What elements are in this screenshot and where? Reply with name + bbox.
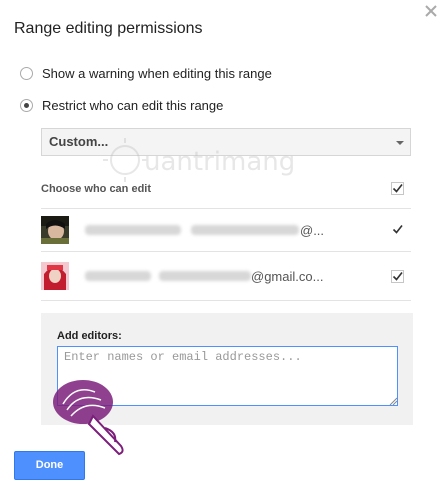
divider <box>41 300 411 301</box>
resize-grip-icon[interactable] <box>389 397 397 405</box>
radio-show-warning[interactable] <box>20 67 33 80</box>
add-editors-label: Add editors: <box>57 330 122 342</box>
user-checkbox[interactable] <box>391 223 404 236</box>
option-restrict[interactable]: Restrict who can edit this range <box>20 98 223 113</box>
user-email-tail: @gmail.co... <box>251 269 324 284</box>
user-row: @... <box>41 210 411 252</box>
user-checkbox[interactable] <box>391 270 404 283</box>
option-show-warning[interactable]: Show a warning when editing this range <box>20 66 272 81</box>
divider <box>41 251 411 252</box>
done-button[interactable]: Done <box>14 451 85 480</box>
svg-text:uantrimang: uantrimang <box>144 147 295 177</box>
divider <box>41 208 411 209</box>
radio-restrict[interactable] <box>20 99 33 112</box>
choose-who-label: Choose who can edit <box>41 183 152 195</box>
pointing-hand-icon <box>53 380 124 456</box>
chevron-down-icon <box>396 141 404 145</box>
option-restrict-label: Restrict who can edit this range <box>42 98 224 113</box>
watermark-logo: uantrimang <box>103 138 295 182</box>
avatar <box>41 216 69 244</box>
close-icon[interactable] <box>424 4 438 18</box>
user-row: @gmail.co... <box>41 256 411 298</box>
dialog-title: Range editing permissions <box>14 20 203 37</box>
option-show-warning-label: Show a warning when editing this range <box>42 66 272 81</box>
select-all-checkbox[interactable] <box>391 182 404 195</box>
avatar <box>41 262 69 290</box>
user-email-tail: @... <box>300 223 325 238</box>
